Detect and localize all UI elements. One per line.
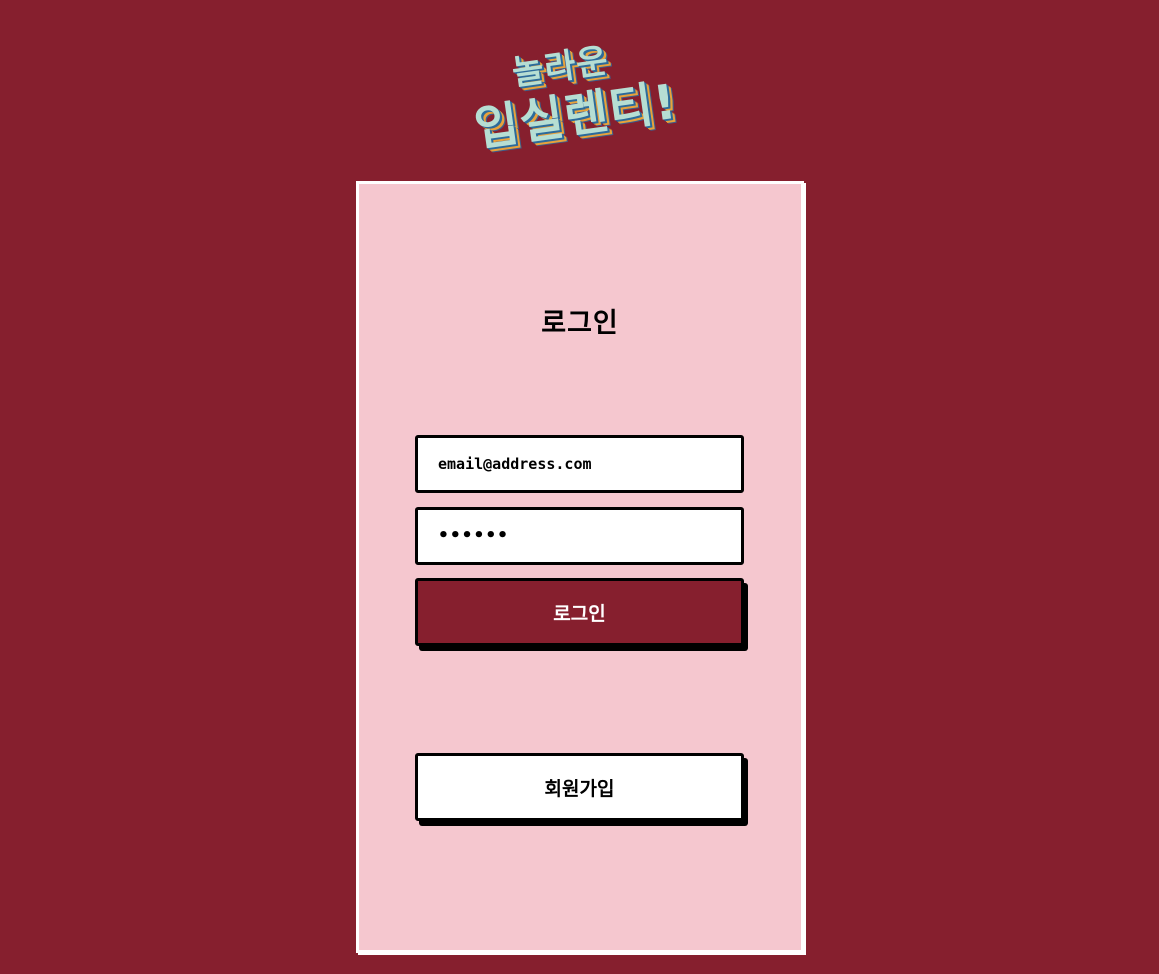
login-card: 로그인 email@address.com •••••• 로그인 회원가입 <box>356 181 804 953</box>
logo-line-2: 입실렌티! <box>470 73 681 158</box>
login-button-label: 로그인 <box>553 602 606 625</box>
email-field[interactable]: email@address.com <box>415 435 744 493</box>
signup-button-label: 회원가입 <box>544 777 615 800</box>
email-value: email@address.com <box>438 455 592 473</box>
signup-button[interactable]: 회원가입 <box>415 753 744 821</box>
login-title: 로그인 <box>541 308 619 339</box>
login-button[interactable]: 로그인 <box>415 578 744 646</box>
app-logo: 놀라운 입실렌티! <box>462 7 708 168</box>
password-field[interactable]: •••••• <box>415 507 744 565</box>
password-value: •••••• <box>438 525 510 546</box>
